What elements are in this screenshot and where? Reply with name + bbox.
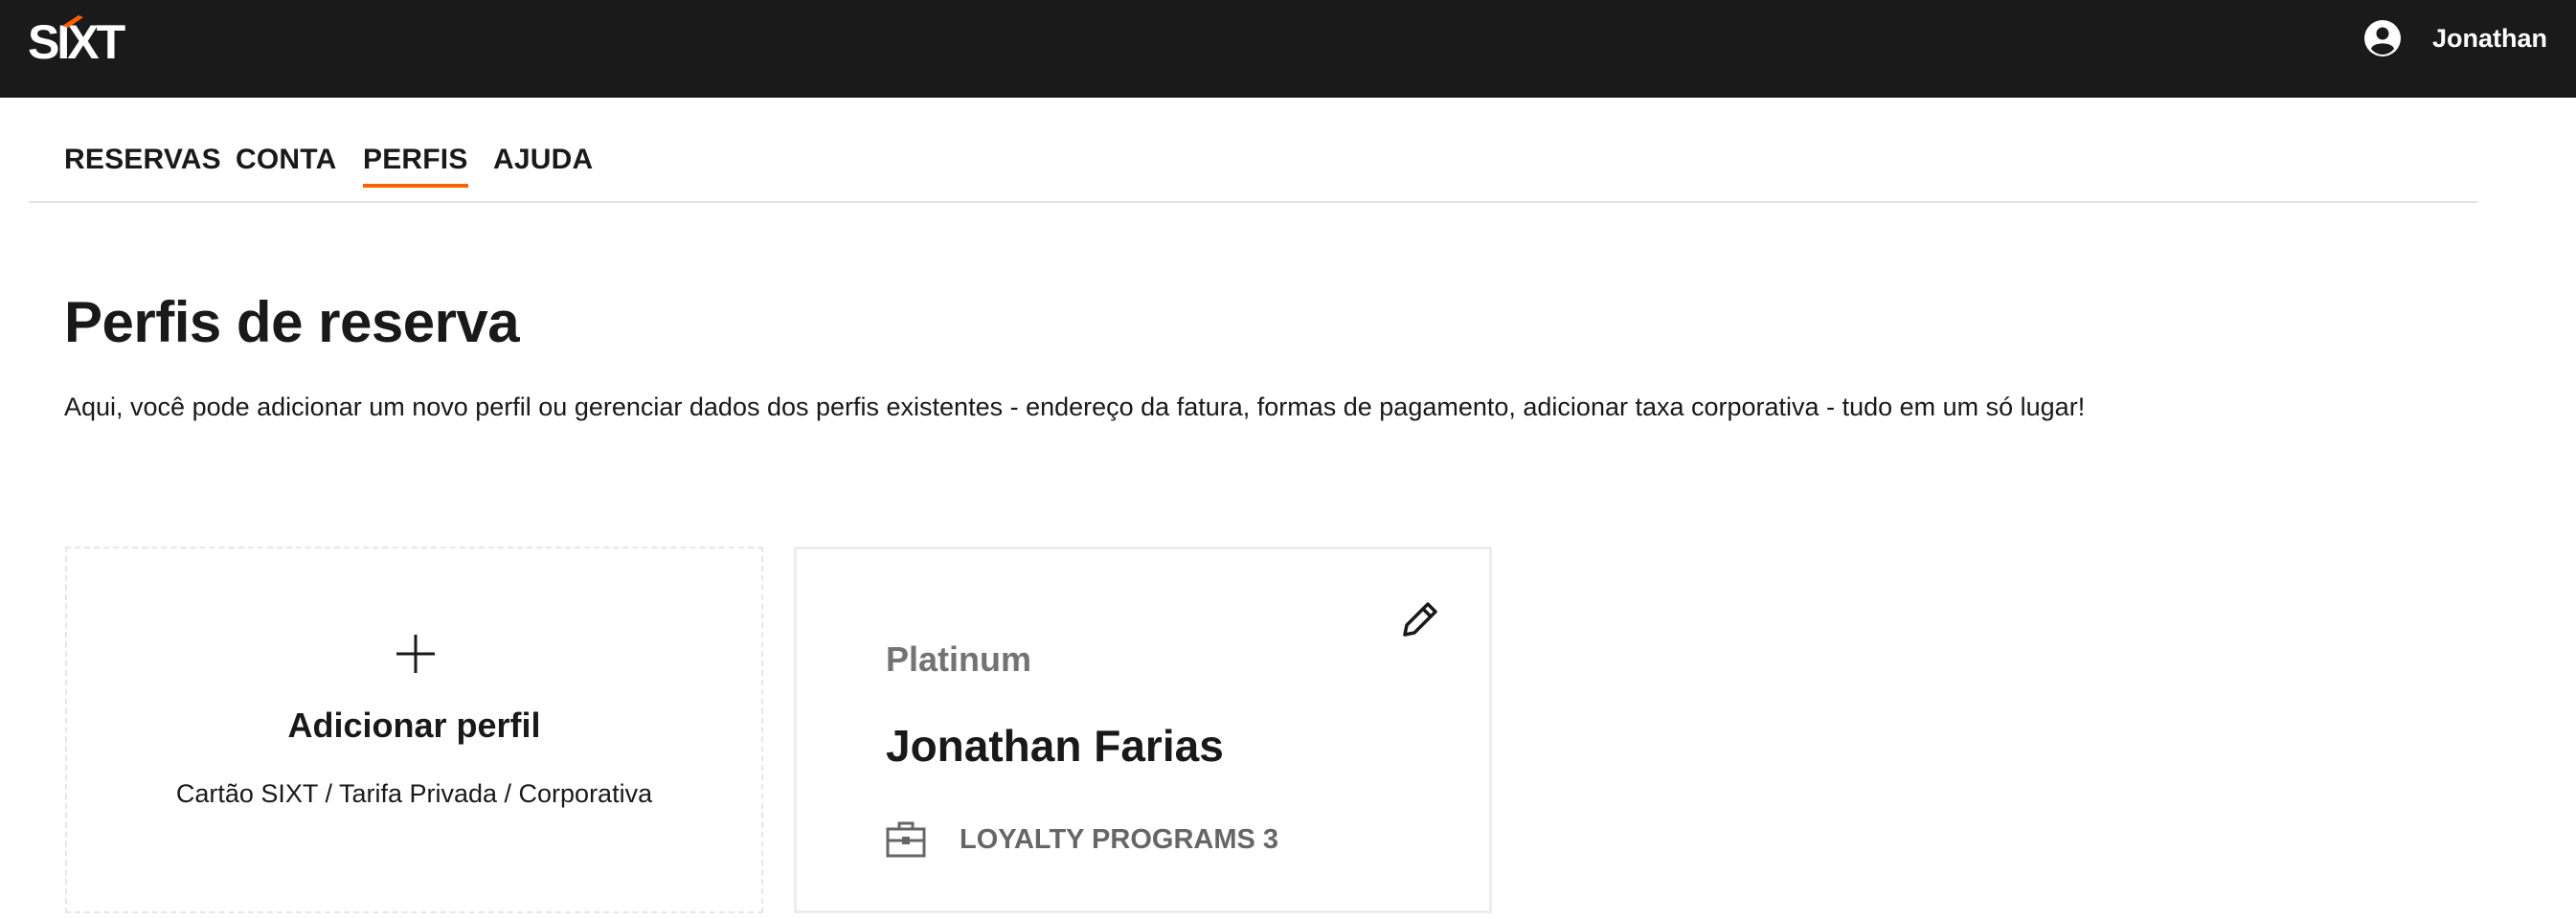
add-profile-card[interactable]: Adicionar perfil Cartão SIXT / Tarifa Pr…: [65, 547, 763, 913]
page-description: Aqui, você pode adicionar um novo perfil…: [64, 392, 2086, 421]
user-name: Jonathan: [2431, 23, 2547, 53]
tab-reservas[interactable]: RESERVAS: [64, 144, 221, 186]
tab-ajuda[interactable]: AJUDA: [493, 144, 593, 186]
plus-icon: [396, 635, 435, 673]
tab-conta[interactable]: CONTA: [236, 144, 336, 186]
tab-perfis[interactable]: PERFIS: [363, 144, 468, 188]
profile-card: Platinum Jonathan Farias LOYALTY PROGRAM…: [794, 547, 1492, 913]
account-tabs: RESERVAS CONTA PERFIS AJUDA: [29, 98, 2477, 203]
user-menu[interactable]: Jonathan: [2363, 19, 2547, 57]
page-title: Perfis de reserva: [64, 290, 520, 354]
svg-text:SIXT: SIXT: [28, 15, 125, 63]
add-profile-subtitle: Cartão SIXT / Tarifa Privada / Corporati…: [175, 779, 653, 808]
profile-name: Jonathan Farias: [886, 721, 1224, 771]
loyalty-programs-label: LOYALTY PROGRAMS 3: [960, 824, 1279, 855]
top-bar: SIXT Jonathan: [0, 0, 2576, 98]
add-profile-title: Adicionar perfil: [287, 706, 541, 745]
account-circle-icon: [2363, 20, 2401, 56]
pencil-icon[interactable]: [1398, 597, 1442, 641]
sixt-logo[interactable]: SIXT: [28, 13, 147, 63]
briefcase-icon: [886, 821, 926, 858]
profile-tier: Platinum: [886, 639, 1032, 679]
